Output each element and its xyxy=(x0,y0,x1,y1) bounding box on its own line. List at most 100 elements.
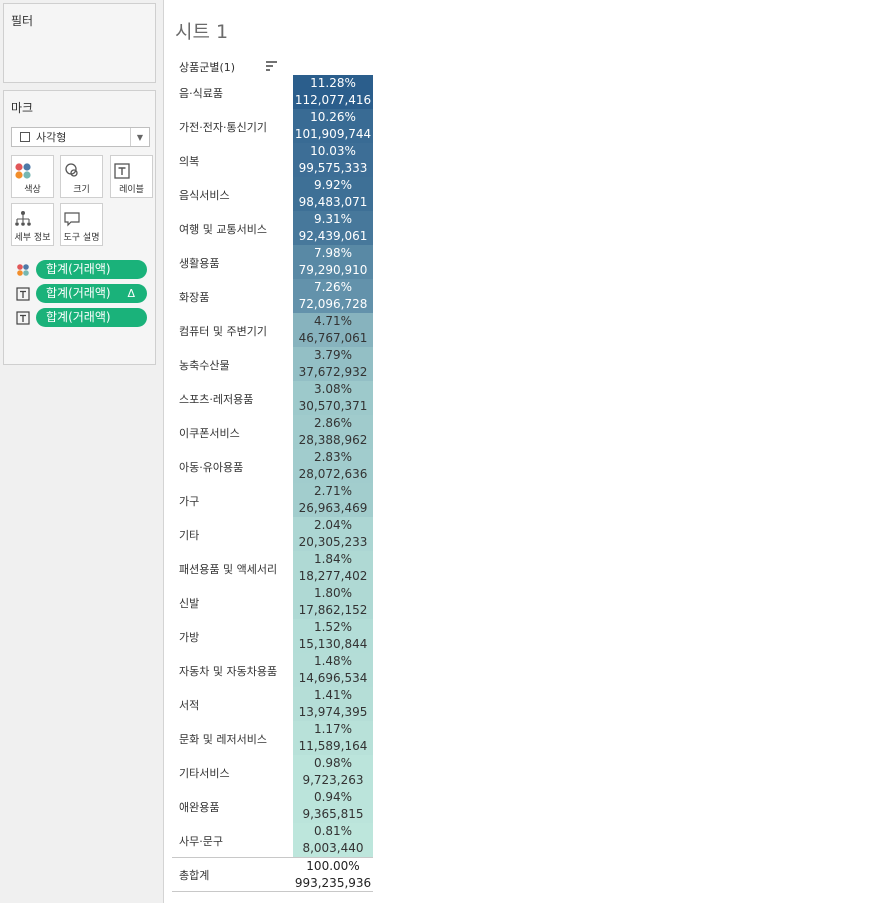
cell-value: 9,365,815 xyxy=(302,807,364,821)
row-label[interactable]: 여행 및 교통서비스 xyxy=(179,221,267,237)
row-label[interactable]: 기타서비스 xyxy=(179,765,230,781)
chevron-down-icon[interactable]: ▼ xyxy=(130,128,149,146)
cell-value: 37,672,932 xyxy=(298,365,368,379)
cell-pct: 1.80% xyxy=(313,586,353,600)
row-label[interactable]: 가전·전자·통신기기 xyxy=(179,119,267,135)
row-label[interactable]: 신발 xyxy=(179,595,199,611)
cell-pct: 1.17% xyxy=(313,722,353,736)
cell-pct: 1.52% xyxy=(313,620,353,634)
table-cell[interactable]: 11.28% 112,077,416 xyxy=(293,75,373,109)
row-label[interactable]: 가구 xyxy=(179,493,199,509)
cell-value: 46,767,061 xyxy=(298,331,368,345)
table-cell[interactable]: 2.04% 20,305,233 xyxy=(293,517,373,551)
cell-value: 18,277,402 xyxy=(298,569,368,583)
cell-value: 112,077,416 xyxy=(294,93,372,107)
table-cell[interactable]: 1.17% 11,589,164 xyxy=(293,721,373,755)
measure-pill[interactable]: 합계(거래액) xyxy=(36,308,147,327)
table-cell[interactable]: 2.86% 28,388,962 xyxy=(293,415,373,449)
table-cell[interactable]: 7.98% 79,290,910 xyxy=(293,245,373,279)
detail-button[interactable]: 세부 정보 xyxy=(11,203,54,246)
table-cell[interactable]: 0.81% 8,003,440 xyxy=(293,823,373,857)
row-label[interactable]: 기타 xyxy=(179,527,199,543)
row-label[interactable]: 음·식료품 xyxy=(179,85,223,101)
cell-value: 17,862,152 xyxy=(298,603,368,617)
row-label[interactable]: 아동·유아용품 xyxy=(179,459,243,475)
row-label[interactable]: 가방 xyxy=(179,629,199,645)
table-cell[interactable]: 1.80% 17,862,152 xyxy=(293,585,373,619)
grand-total-cell: 100.00% 993,235,936 xyxy=(293,858,373,892)
row-label[interactable]: 음식서비스 xyxy=(179,187,230,203)
cell-pct: 1.41% xyxy=(313,688,353,702)
row-label[interactable]: 애완용품 xyxy=(179,799,219,815)
row-label[interactable]: 이쿠폰서비스 xyxy=(179,425,240,441)
delta-icon: Δ xyxy=(127,287,135,300)
table-cell[interactable]: 1.48% 14,696,534 xyxy=(293,653,373,687)
table-cell[interactable]: 9.92% 98,483,071 xyxy=(293,177,373,211)
cell-value: 30,570,371 xyxy=(298,399,368,413)
cell-pct: 7.98% xyxy=(313,246,353,260)
grand-total-value: 993,235,936 xyxy=(294,876,372,890)
cell-value: 15,130,844 xyxy=(298,637,368,651)
table-cell[interactable]: 3.08% 30,570,371 xyxy=(293,381,373,415)
left-panel: 필터 마크 사각형 ▼ 색상 크기 레이블 세부 정보 도구 설명 합계(거래액… xyxy=(0,0,164,903)
cell-value: 11,589,164 xyxy=(298,739,368,753)
cell-pct: 0.98% xyxy=(313,756,353,770)
mark-type-dropdown[interactable]: 사각형 ▼ xyxy=(11,127,150,147)
label-label: 레이블 xyxy=(119,185,144,195)
color-button[interactable]: 색상 xyxy=(11,155,54,198)
size-button[interactable]: 크기 xyxy=(60,155,103,198)
table-cell[interactable]: 1.52% 15,130,844 xyxy=(293,619,373,653)
column-header[interactable]: 상품군별(1) xyxy=(179,59,235,75)
measure-pill[interactable]: 합계(거래액) Δ xyxy=(36,284,147,303)
cell-pct: 2.71% xyxy=(313,484,353,498)
cell-pct: 0.94% xyxy=(313,790,353,804)
row-label[interactable]: 농축수산물 xyxy=(179,357,230,373)
cell-value: 28,388,962 xyxy=(298,433,368,447)
tooltip-icon xyxy=(64,212,80,227)
cell-value: 79,290,910 xyxy=(298,263,368,277)
size-label: 크기 xyxy=(73,185,90,195)
cell-value: 98,483,071 xyxy=(298,195,368,209)
size-icon xyxy=(65,163,78,177)
marks-title: 마크 xyxy=(11,101,34,115)
measure-pill[interactable]: 합계(거래액) xyxy=(36,260,147,279)
table-cell[interactable]: 1.41% 13,974,395 xyxy=(293,687,373,721)
cell-pct: 11.28% xyxy=(310,76,356,90)
table-cell[interactable]: 2.71% 26,963,469 xyxy=(293,483,373,517)
label-button[interactable]: 레이블 xyxy=(110,155,153,198)
row-label[interactable]: 자동차 및 자동차용품 xyxy=(179,663,277,679)
table-cell[interactable]: 3.79% 37,672,932 xyxy=(293,347,373,381)
table-cell[interactable]: 9.31% 92,439,061 xyxy=(293,211,373,245)
cell-value: 20,305,233 xyxy=(298,535,368,549)
row-label[interactable]: 문화 및 레저서비스 xyxy=(179,731,267,747)
tooltip-button[interactable]: 도구 설명 xyxy=(60,203,103,246)
table-cell[interactable]: 4.71% 46,767,061 xyxy=(293,313,373,347)
color-label: 색상 xyxy=(24,185,41,195)
table-cell[interactable]: 10.03% 99,575,333 xyxy=(293,143,373,177)
row-label[interactable]: 의복 xyxy=(179,153,199,169)
cell-pct: 3.08% xyxy=(313,382,353,396)
grand-total-label: 총합계 xyxy=(179,869,210,882)
cell-value: 101,909,744 xyxy=(294,127,372,141)
row-label[interactable]: 화장품 xyxy=(179,289,209,305)
row-label[interactable]: 스포츠·레저용품 xyxy=(179,391,253,407)
table-cell[interactable]: 10.26% 101,909,744 xyxy=(293,109,373,143)
sheet-title: 시트 1 xyxy=(175,21,229,43)
table-cell[interactable]: 1.84% 18,277,402 xyxy=(293,551,373,585)
row-label[interactable]: 서적 xyxy=(179,697,199,713)
row-label[interactable]: 사무·문구 xyxy=(179,833,223,849)
table-cell[interactable]: 7.26% 72,096,728 xyxy=(293,279,373,313)
sort-icon[interactable] xyxy=(266,61,278,71)
text-icon xyxy=(16,287,30,301)
row-label[interactable]: 컴퓨터 및 주변기기 xyxy=(179,323,267,339)
row-label[interactable]: 패션용품 및 액세서리 xyxy=(179,561,277,577)
table-cell[interactable]: 2.83% 28,072,636 xyxy=(293,449,373,483)
cell-pct: 2.86% xyxy=(313,416,353,430)
cell-value: 13,974,395 xyxy=(298,705,368,719)
cell-pct: 1.48% xyxy=(313,654,353,668)
row-label[interactable]: 생활용품 xyxy=(179,255,219,271)
table-cell[interactable]: 0.98% 9,723,263 xyxy=(293,755,373,789)
filters-shelf[interactable]: 필터 xyxy=(3,3,156,83)
color-dots-icon xyxy=(17,264,29,276)
table-cell[interactable]: 0.94% 9,365,815 xyxy=(293,789,373,823)
